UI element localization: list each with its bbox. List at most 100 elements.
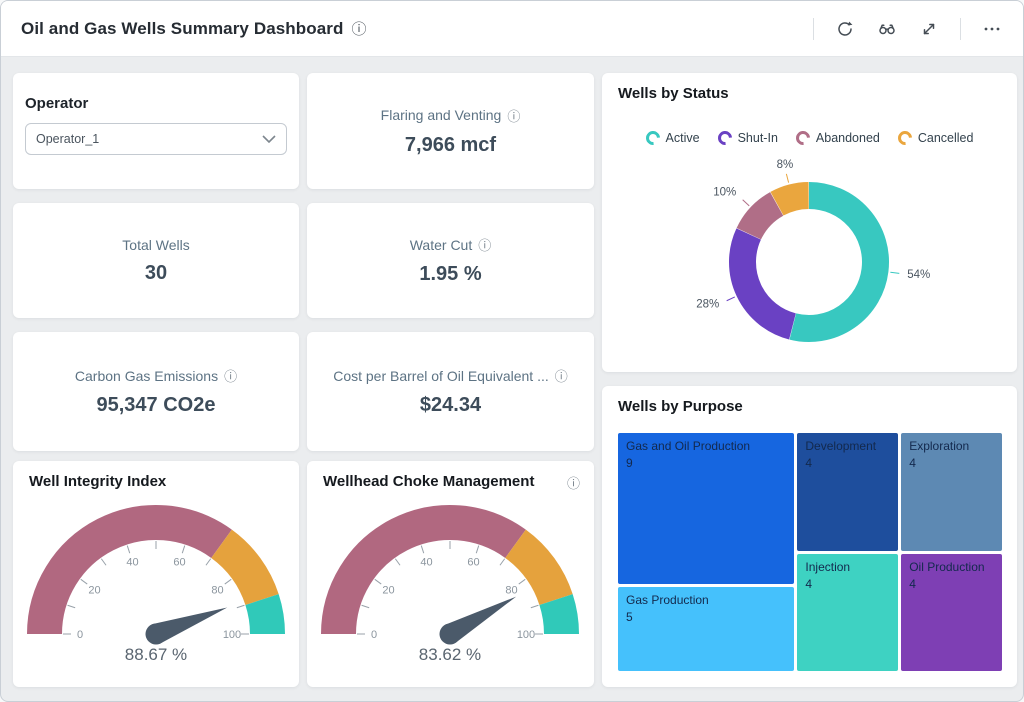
tile-label: Oil Production [909,559,994,576]
legend-marker-icon [643,128,663,148]
metric-title: Water Cut [410,237,473,253]
donut-slice-active[interactable] [793,196,876,329]
expand-icon[interactable] [918,18,940,40]
info-icon[interactable]: ⓘ [507,106,520,125]
card-title: Wells by Purpose [618,398,743,415]
label-leader-line [786,174,788,183]
label-leader-line [743,200,750,206]
gauge-tick-label: 40 [420,557,432,569]
metric-card-flaring: Flaring and Ventingⓘ 7,966 mcf [307,73,594,189]
donut-slice-shut-in[interactable] [743,234,793,326]
legend-item[interactable]: Abandoned [796,131,880,145]
metric-card-cost-per-barrel: Cost per Barrel of Oil Equivalent ... ⓘ $… [307,332,594,451]
gauge-tick-label: 0 [371,629,377,641]
tile-label: Gas Production [626,592,786,609]
treemap-tile[interactable]: Gas and Oil Production9 [618,433,794,584]
gauge-tick-label: 100 [517,629,535,641]
card-title: Well Integrity Index [29,473,166,490]
donut-percent-label: 54% [907,269,930,281]
legend-label: Active [666,131,700,145]
gauge-tick-label: 20 [88,584,100,596]
gauge-tick [500,559,505,565]
wellhead-choke-card: Wellhead Choke Management ⓘ 020406080100… [307,461,594,687]
tile-label: Gas and Oil Production [626,438,786,455]
treemap-tile[interactable]: Gas Production5 [618,587,794,671]
tile-value: 9 [626,455,786,472]
gauge-tick-label: 100 [223,629,241,641]
legend-label: Abandoned [816,131,880,145]
gauge-tick [225,579,231,584]
gauge-tick [362,605,370,607]
metric-title: Carbon Gas Emissions [75,368,218,384]
gauge-tick [519,579,525,584]
tile-value: 4 [909,576,994,593]
info-icon[interactable]: ⓘ [224,366,237,385]
gauge-tick-label: 60 [173,557,185,569]
donut-percent-label: 10% [713,187,736,199]
refresh-icon[interactable] [834,18,856,40]
operator-select[interactable]: Operator_1 [25,123,287,155]
gauge-tick-label: 20 [382,584,394,596]
legend-marker-icon [715,128,735,148]
dashboard-frame: Oil and Gas Wells Summary Dashboard ⓘ Op… [0,0,1024,702]
metric-value: 95,347 CO2e [97,394,216,417]
tile-label: Development [805,438,890,455]
gauge-tick-label: 0 [77,629,83,641]
treemap-tile[interactable]: Oil Production4 [901,554,1002,672]
gauge-band [516,544,557,600]
info-icon[interactable]: ⓘ [478,235,491,254]
card-title: Wellhead Choke Management [323,473,534,490]
binoculars-icon[interactable] [876,18,898,40]
metric-value: 1.95 % [419,263,481,286]
wells-by-purpose-card: Wells by Purpose Gas and Oil Production9… [602,386,1017,687]
gauge-tick-label: 80 [505,584,517,596]
donut-slice-cancelled[interactable] [777,196,809,204]
tile-label: Injection [805,559,890,576]
wells-by-status-donut[interactable]: 54% 28% 10% 8% [602,153,1017,371]
donut-percent-label: 28% [696,298,719,310]
legend-marker-icon [895,128,915,148]
gauge-tick [395,559,400,565]
legend-item[interactable]: Shut-In [718,131,778,145]
title-info-icon[interactable]: ⓘ [352,18,367,39]
gauge-tick [531,605,539,607]
metric-value: 30 [145,262,167,285]
metric-value: 7,966 mcf [405,134,496,157]
legend-label: Shut-In [738,131,778,145]
more-icon[interactable] [981,18,1003,40]
well-integrity-card: Well Integrity Index 0 20 40 60 80 100 88.67 % [13,461,299,687]
legend-marker-icon [793,128,813,148]
gauge-tick-label: 40 [126,557,138,569]
legend-item[interactable]: Active [646,131,700,145]
gauge-tick [206,559,211,565]
treemap-tile[interactable]: Injection4 [797,554,898,672]
treemap-tile[interactable]: Exploration4 [901,433,1002,551]
operator-label: Operator [25,95,88,112]
gauge-tick [101,559,106,565]
tile-value: 5 [626,609,786,626]
legend-item[interactable]: Cancelled [898,131,974,145]
gauge-tick [237,605,245,607]
treemap-tile[interactable]: Development4 [797,433,898,551]
well-integrity-gauge: 0 20 40 60 80 100 88.67 % [13,461,299,687]
gauge-tick-label: 80 [211,584,223,596]
donut-slice-abandoned[interactable] [749,204,777,234]
info-icon[interactable]: ⓘ [555,366,568,385]
gauge-tick [127,546,129,554]
gauge-band [222,544,263,600]
tile-value: 4 [805,455,890,472]
metric-title: Cost per Barrel of Oil Equivalent ... [333,368,549,384]
page-title: Oil and Gas Wells Summary Dashboard [21,19,344,39]
gauge-band [262,600,267,634]
gauge-tick [182,546,184,554]
label-leader-line [727,297,735,301]
header: Oil and Gas Wells Summary Dashboard ⓘ [1,1,1023,57]
legend-label: Cancelled [918,131,974,145]
gauge-value: 88.67 % [125,645,187,664]
metric-value: $24.34 [420,394,481,417]
donut-percent-label: 8% [777,159,794,171]
toolbar-divider [960,18,961,40]
info-icon[interactable]: ⓘ [567,473,580,492]
gauge-tick [68,605,76,607]
toolbar-divider [813,18,814,40]
